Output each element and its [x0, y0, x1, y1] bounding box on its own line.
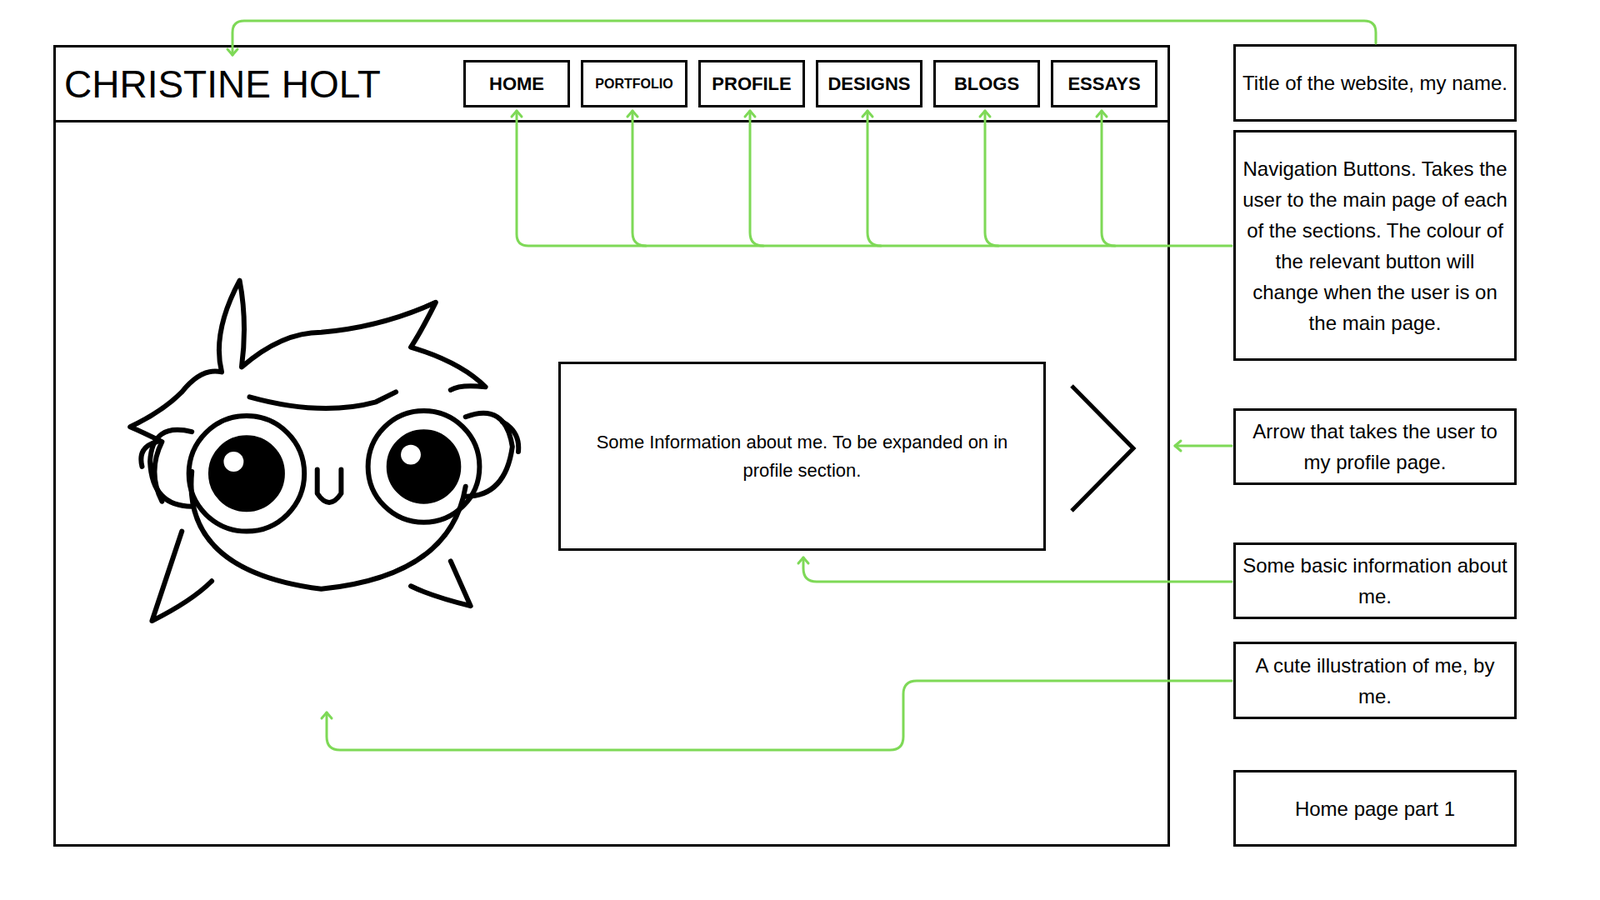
profile-arrow[interactable] — [1069, 383, 1138, 514]
annotation-box: Arrow that takes the user to my profile … — [1233, 408, 1517, 485]
wireframe-canvas: CHRISTINE HOLTHOMEPORTFOLIOPROFILEDESIGN… — [0, 0, 1600, 900]
nav-button[interactable]: PORTFOLIO — [580, 60, 688, 108]
illustration — [120, 272, 523, 631]
chevron-right-icon[interactable] — [1069, 383, 1138, 514]
nav-button[interactable]: ESSAYS — [1050, 60, 1158, 108]
site-title: CHRISTINE HOLT — [64, 65, 464, 104]
info-box: Some Information about me. To be expande… — [558, 361, 1046, 551]
nav-button[interactable]: PROFILE — [698, 60, 805, 108]
annotation-box: Navigation Buttons. Takes the user to th… — [1233, 130, 1517, 361]
annotation-box: Some basic information about me. — [1233, 542, 1517, 620]
nav-button[interactable]: HOME — [463, 60, 570, 108]
page-body: Some Information about me. To be expande… — [55, 122, 1168, 845]
annotation-box: Title of the website, my name. — [1233, 44, 1517, 122]
nav-button[interactable]: DESIGNS — [815, 60, 923, 108]
annotation-box: A cute illustration of me, by me. — [1233, 641, 1517, 720]
site-header: CHRISTINE HOLTHOMEPORTFOLIOPROFILEDESIGN… — [55, 47, 1168, 123]
self-portrait-icon — [120, 272, 523, 631]
page-frame: CHRISTINE HOLTHOMEPORTFOLIOPROFILEDESIGN… — [53, 45, 1170, 847]
nav-button[interactable]: BLOGS — [933, 60, 1040, 108]
annotation-box: Home page part 1 — [1233, 770, 1517, 847]
connector-lines — [0, 0, 1600, 900]
nav-bar: HOMEPORTFOLIOPROFILEDESIGNSBLOGSESSAYS — [463, 60, 1158, 108]
